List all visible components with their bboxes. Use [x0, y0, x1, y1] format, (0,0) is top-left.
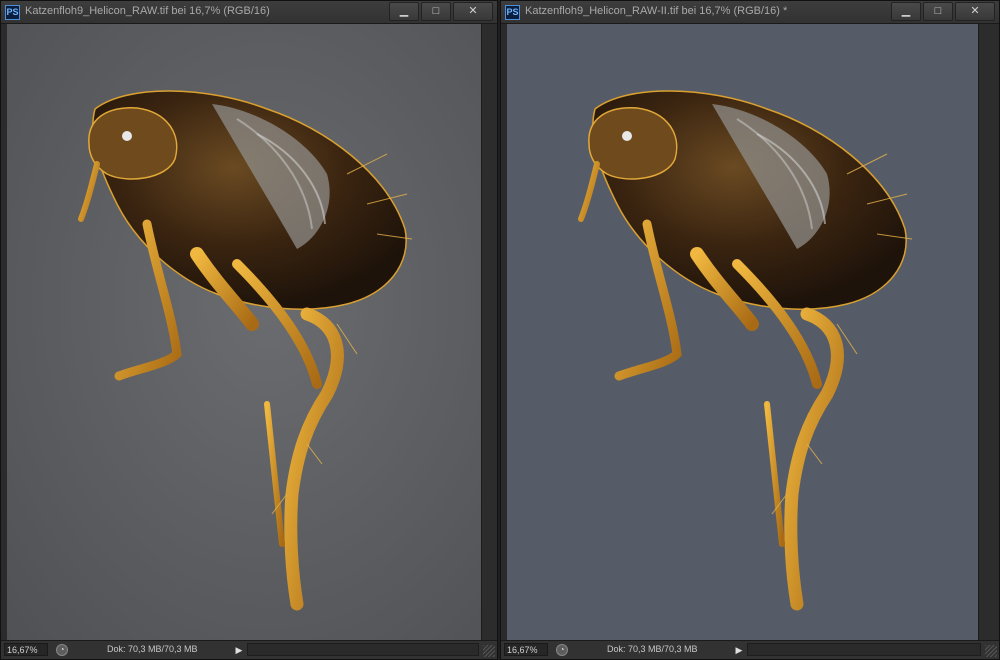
flea-photo: [78, 90, 413, 611]
window-controls: ▁ □ ✕: [387, 2, 493, 21]
window-controls: ▁ □ ✕: [889, 2, 995, 21]
triangle-right-icon[interactable]: ▶: [733, 643, 745, 657]
zoom-level-field[interactable]: 16,67%: [4, 643, 48, 656]
vertical-scrollbar[interactable]: [978, 24, 998, 640]
maximize-button[interactable]: □: [923, 2, 953, 21]
resize-grip[interactable]: [985, 645, 997, 657]
horizontal-scrollbar[interactable]: [247, 643, 479, 656]
minimize-button[interactable]: ▁: [389, 2, 419, 21]
status-menu-icon[interactable]: ◔: [56, 644, 68, 656]
status-menu-icon[interactable]: ◔: [556, 644, 568, 656]
document-info: Dok: 70,3 MB/70,3 MB: [107, 644, 198, 654]
image-canvas[interactable]: [7, 24, 481, 640]
status-bar: 16,67% ◔ Dok: 70,3 MB/70,3 MB ▶: [1, 640, 497, 659]
window-title: Katzenfloh9_Helicon_RAW.tif bei 16,7% (R…: [25, 5, 270, 17]
status-bar: 16,67% ◔ Dok: 70,3 MB/70,3 MB ▶: [501, 640, 999, 659]
minimize-button[interactable]: ▁: [891, 2, 921, 21]
close-button[interactable]: ✕: [955, 2, 995, 21]
window-title: Katzenfloh9_Helicon_RAW-II.tif bei 16,7%…: [525, 5, 788, 17]
maximize-button[interactable]: □: [421, 2, 451, 21]
zoom-level-field[interactable]: 16,67%: [504, 643, 548, 656]
title-bar[interactable]: PS Katzenfloh9_Helicon_RAW-II.tif bei 16…: [501, 1, 999, 24]
document-info: Dok: 70,3 MB/70,3 MB: [607, 644, 698, 654]
close-button[interactable]: ✕: [453, 2, 493, 21]
document-window-right[interactable]: PS Katzenfloh9_Helicon_RAW-II.tif bei 16…: [500, 0, 1000, 660]
title-bar[interactable]: PS Katzenfloh9_Helicon_RAW.tif bei 16,7%…: [1, 1, 497, 24]
document-window-left[interactable]: PS Katzenfloh9_Helicon_RAW.tif bei 16,7%…: [0, 0, 498, 660]
triangle-right-icon[interactable]: ▶: [233, 643, 245, 657]
photoshop-icon: PS: [505, 5, 520, 20]
horizontal-scrollbar[interactable]: [747, 643, 981, 656]
image-canvas[interactable]: [507, 24, 978, 640]
resize-grip[interactable]: [483, 645, 495, 657]
vertical-scrollbar[interactable]: [481, 24, 496, 640]
photoshop-icon: PS: [5, 5, 20, 20]
flea-photo: [578, 90, 913, 611]
